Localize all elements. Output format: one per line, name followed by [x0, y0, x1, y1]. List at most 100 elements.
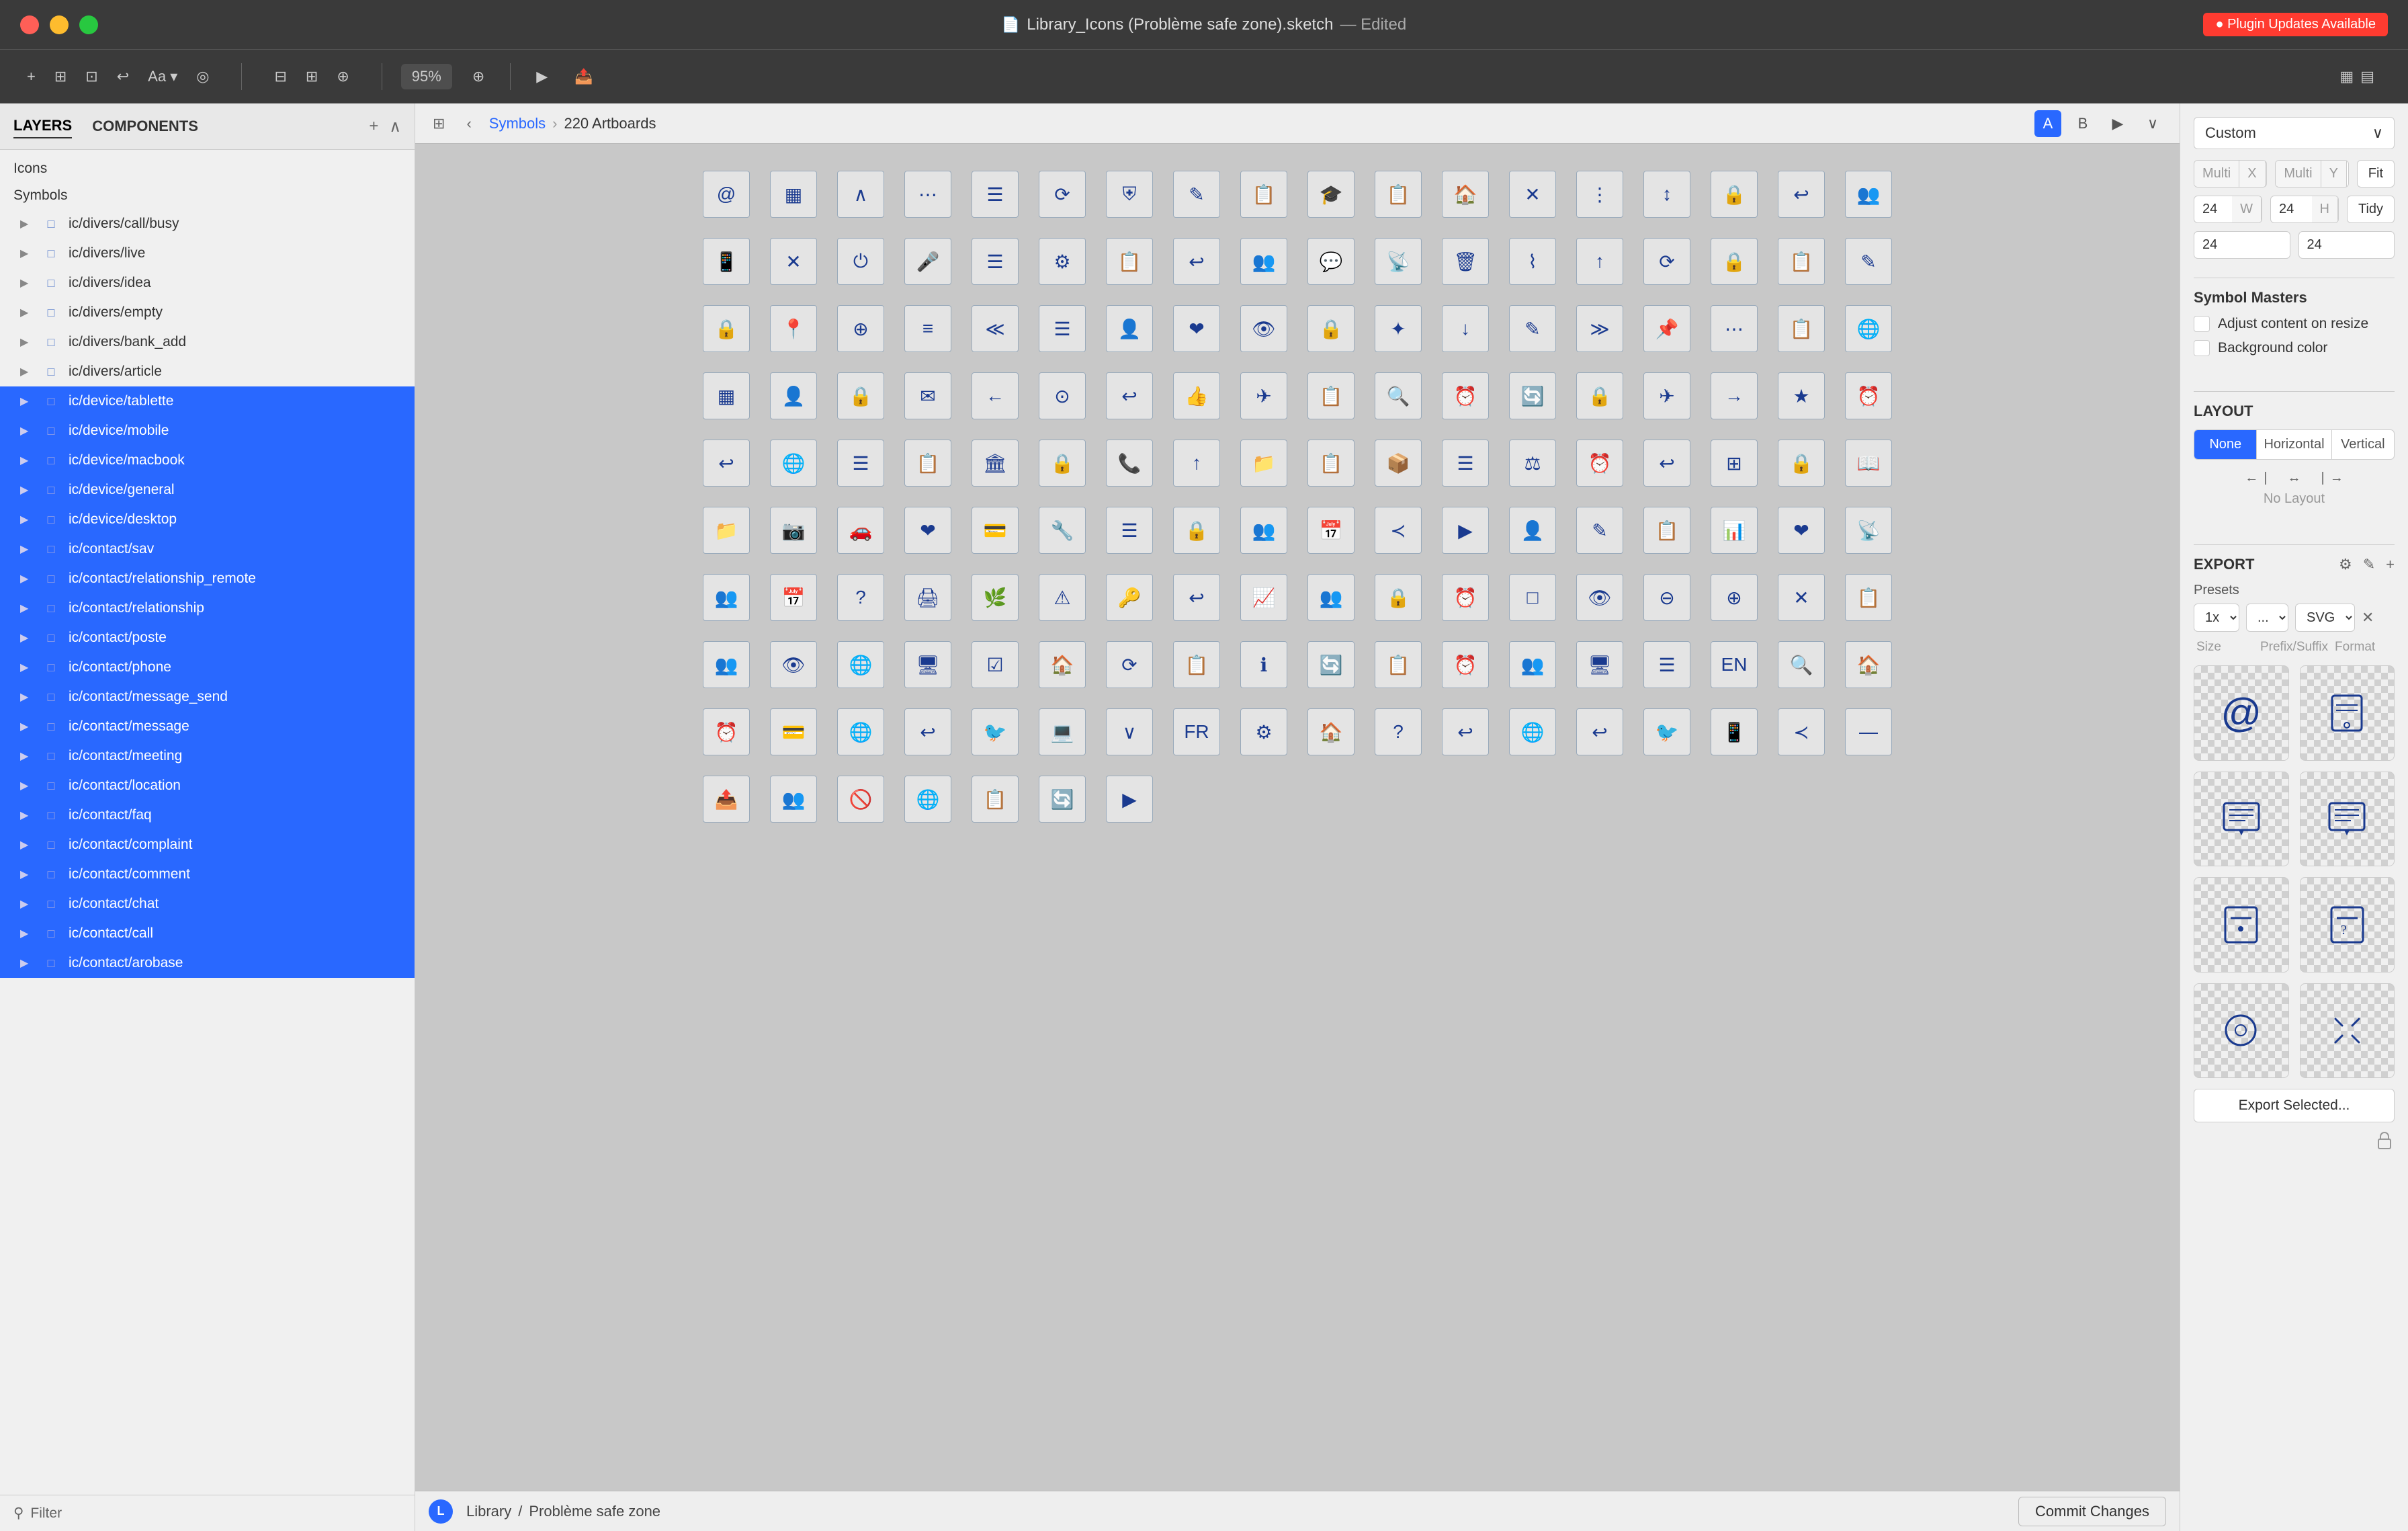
- share-button[interactable]: 📤: [568, 64, 599, 89]
- components-tab[interactable]: COMPONENTS: [92, 115, 198, 138]
- layer-item[interactable]: ▶ □ ic/divers/article: [0, 357, 415, 386]
- icon-cell[interactable]: ✈: [1643, 372, 1690, 419]
- icon-cell[interactable]: ∧: [837, 171, 884, 218]
- icon-cell[interactable]: 🚫: [837, 776, 884, 823]
- text-button[interactable]: Aa ▾: [141, 64, 184, 89]
- icon-cell[interactable]: 👥: [1240, 507, 1287, 554]
- icon-cell[interactable]: ↩: [1576, 708, 1623, 755]
- icon-cell[interactable]: ⊕: [837, 305, 884, 352]
- icon-cell[interactable]: ↩: [703, 440, 750, 487]
- icon-cell[interactable]: 📋: [1307, 440, 1354, 487]
- icon-cell[interactable]: 👁: [770, 641, 817, 688]
- icon-cell[interactable]: ✕: [1509, 171, 1556, 218]
- collapse-layers-button[interactable]: ∧: [389, 117, 401, 136]
- icon-cell[interactable]: 📅: [1307, 507, 1354, 554]
- icon-cell[interactable]: ↩: [1778, 171, 1825, 218]
- close-button[interactable]: [20, 15, 39, 34]
- icon-cell[interactable]: ≺: [1778, 708, 1825, 755]
- icon-cell[interactable]: ⟳: [1106, 641, 1153, 688]
- layer-item[interactable]: ▶ □ ic/contact/location: [0, 771, 415, 800]
- layers-tab[interactable]: LAYERS: [13, 114, 72, 138]
- icon-cell[interactable]: ⟳: [1039, 171, 1086, 218]
- icon-cell[interactable]: 🌿: [972, 574, 1019, 621]
- adjust-content-checkbox[interactable]: [2194, 316, 2210, 332]
- icon-cell[interactable]: 📍: [770, 305, 817, 352]
- icon-cell[interactable]: ↕: [1643, 171, 1690, 218]
- icon-cell[interactable]: @: [703, 171, 750, 218]
- icon-cell[interactable]: ✎: [1173, 171, 1220, 218]
- icon-cell[interactable]: ⚙: [1240, 708, 1287, 755]
- icon-cell[interactable]: ⊞: [1711, 440, 1758, 487]
- icon-cell[interactable]: ⏰: [1442, 641, 1489, 688]
- icon-cell[interactable]: ❤: [1173, 305, 1220, 352]
- remove-preset-button[interactable]: ✕: [2362, 609, 2374, 626]
- icon-cell[interactable]: 🌐: [770, 440, 817, 487]
- prefix-suffix-select[interactable]: ...: [2246, 604, 2288, 632]
- layer-item[interactable]: ▶ □ ic/contact/arobase: [0, 948, 415, 978]
- icon-cell[interactable]: 🌐: [837, 641, 884, 688]
- icon-cell[interactable]: ⏰: [1845, 372, 1892, 419]
- icon-cell[interactable]: ℹ: [1240, 641, 1287, 688]
- icon-cell[interactable]: 📊: [1711, 507, 1758, 554]
- layer-item[interactable]: ▶ □ ic/device/mobile: [0, 416, 415, 446]
- icon-cell[interactable]: 👥: [703, 574, 750, 621]
- icon-cell[interactable]: 🖨: [904, 574, 951, 621]
- icon-cell[interactable]: 👍: [1173, 372, 1220, 419]
- icon-cell[interactable]: 📋: [1375, 641, 1422, 688]
- icon-cell[interactable]: 📡: [1375, 238, 1422, 285]
- icon-cell[interactable]: ✦: [1375, 305, 1422, 352]
- icon-cell[interactable]: ⊕: [1711, 574, 1758, 621]
- icon-cell[interactable]: ←: [972, 372, 1019, 419]
- symbols-section[interactable]: Symbols: [0, 182, 415, 209]
- layer-item[interactable]: ▶ □ ic/contact/meeting: [0, 741, 415, 771]
- distribute-button[interactable]: ⊞: [299, 64, 325, 89]
- panel-toggle[interactable]: ▤: [2360, 68, 2374, 85]
- format-select[interactable]: SVG: [2295, 604, 2355, 632]
- layer-item[interactable]: ▶ □ ic/contact/complaint: [0, 830, 415, 860]
- layer-item[interactable]: ▶ □ ic/contact/chat: [0, 889, 415, 919]
- minimize-button[interactable]: [50, 15, 69, 34]
- icon-cell[interactable]: 📦: [1375, 440, 1422, 487]
- icon-cell[interactable]: 📋: [904, 440, 951, 487]
- plugin-update-badge[interactable]: ● Plugin Updates Available: [2203, 13, 2388, 36]
- icon-cell[interactable]: FR: [1173, 708, 1220, 755]
- icon-cell[interactable]: 🐦: [972, 708, 1019, 755]
- icon-cell[interactable]: ❤: [1778, 507, 1825, 554]
- icon-cell[interactable]: 🔒: [1576, 372, 1623, 419]
- export-settings-button[interactable]: ⚙: [2339, 556, 2352, 573]
- icon-cell[interactable]: 🔧: [1039, 507, 1086, 554]
- icon-cell[interactable]: 🔒: [1711, 238, 1758, 285]
- icon-cell[interactable]: 👥: [1845, 171, 1892, 218]
- fit-button[interactable]: Fit: [2357, 160, 2395, 188]
- preview-button[interactable]: ▶: [529, 64, 554, 89]
- icon-cell[interactable]: 💳: [770, 708, 817, 755]
- add-button[interactable]: +: [20, 64, 42, 89]
- icon-cell[interactable]: 🔒: [1778, 440, 1825, 487]
- layer-item[interactable]: ▶ □ ic/contact/message_send: [0, 682, 415, 712]
- layer-item[interactable]: ▶ □ ic/contact/faq: [0, 800, 415, 830]
- layer-item[interactable]: ▶ □ ic/contact/comment: [0, 860, 415, 889]
- icon-cell[interactable]: ★: [1778, 372, 1825, 419]
- icon-cell[interactable]: ▦: [703, 372, 750, 419]
- layer-item[interactable]: ▶ □ ic/contact/message: [0, 712, 415, 741]
- prev-artboard-button[interactable]: ‹: [462, 111, 475, 136]
- icon-cell[interactable]: 🔒: [1711, 171, 1758, 218]
- icon-cell[interactable]: ⊙: [1039, 372, 1086, 419]
- icon-cell[interactable]: 🔒: [703, 305, 750, 352]
- inspector-toggle[interactable]: ▦: [2339, 68, 2354, 85]
- align-button[interactable]: ⊟: [267, 64, 293, 89]
- export-selected-button[interactable]: Export Selected...: [2194, 1089, 2395, 1122]
- icon-cell[interactable]: ↑: [1173, 440, 1220, 487]
- size-select[interactable]: 1x: [2194, 604, 2239, 632]
- icon-cell[interactable]: 📋: [1106, 238, 1153, 285]
- icon-cell[interactable]: 🔒: [837, 372, 884, 419]
- icon-cell[interactable]: 🔄: [1039, 776, 1086, 823]
- icon-cell[interactable]: ⏻: [837, 238, 884, 285]
- icon-cell[interactable]: 📞: [1106, 440, 1153, 487]
- icon-cell[interactable]: 🖥: [1576, 641, 1623, 688]
- symbols-breadcrumb[interactable]: Symbols: [489, 115, 546, 132]
- icon-cell[interactable]: 🔍: [1778, 641, 1825, 688]
- icon-cell[interactable]: 🔒: [1173, 507, 1220, 554]
- icon-cell[interactable]: 📅: [770, 574, 817, 621]
- icon-cell[interactable]: 📖: [1845, 440, 1892, 487]
